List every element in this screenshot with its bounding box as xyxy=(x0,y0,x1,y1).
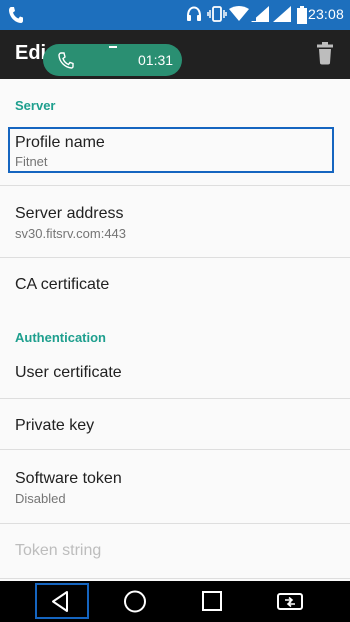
battery-icon xyxy=(297,6,307,24)
home-icon[interactable] xyxy=(123,581,147,622)
vibrate-icon xyxy=(207,6,227,22)
item-title: User certificate xyxy=(15,364,122,381)
item-summary: sv30.fitsrv.com:443 xyxy=(15,226,127,241)
signal-icon xyxy=(273,6,291,22)
phone-icon xyxy=(9,7,23,23)
wifi-icon xyxy=(229,6,249,21)
call-timer: 01:31 xyxy=(138,52,174,68)
software-token-item[interactable]: Software token Disabled xyxy=(0,450,350,523)
drag-handle xyxy=(109,46,117,48)
status-bar: 23:08 xyxy=(0,0,350,30)
screen-mirror-icon[interactable] xyxy=(276,581,304,622)
token-string-item: Token string xyxy=(0,524,350,578)
section-header-authentication: Authentication xyxy=(15,330,106,345)
divider xyxy=(0,578,350,579)
server-address-item[interactable]: Server address sv30.fitsrv.com:443 xyxy=(0,186,350,257)
section-header-server: Server xyxy=(15,98,56,113)
phone-icon xyxy=(58,52,74,69)
headset-icon xyxy=(187,6,201,21)
back-button-highlight xyxy=(35,583,89,619)
trash-icon[interactable] xyxy=(316,41,334,65)
signal-icon xyxy=(251,6,269,22)
item-title: CA certificate xyxy=(15,276,110,293)
item-summary: Disabled xyxy=(15,491,66,506)
selection-highlight xyxy=(8,127,334,173)
page-title: Edit xyxy=(15,42,45,64)
item-title: Token string xyxy=(15,542,102,559)
user-certificate-item[interactable]: User certificate xyxy=(0,351,350,398)
item-title: Private key xyxy=(15,417,95,434)
item-title: Server address xyxy=(15,205,124,222)
private-key-item[interactable]: Private key xyxy=(0,399,350,449)
item-title: Software token xyxy=(15,470,122,487)
ongoing-call-chip[interactable]: 01:31 xyxy=(43,44,182,76)
ca-certificate-item[interactable]: CA certificate xyxy=(0,258,350,316)
recents-icon[interactable] xyxy=(201,581,223,622)
clock: 23:08 xyxy=(307,6,344,22)
